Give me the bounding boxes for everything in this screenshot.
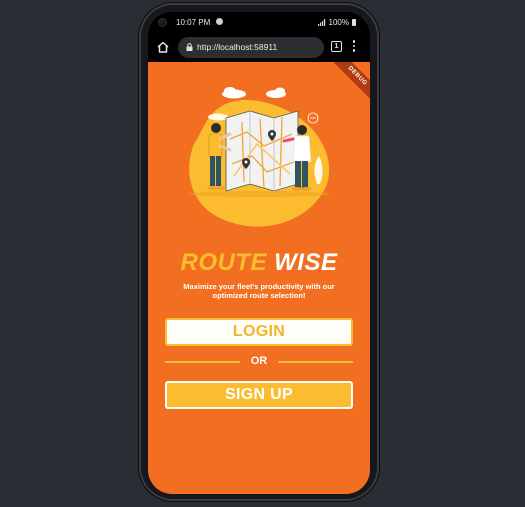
camera-icon	[158, 18, 167, 27]
volume-button	[380, 190, 384, 260]
home-icon[interactable]	[156, 40, 170, 54]
notification-icon	[216, 18, 223, 25]
address-url: http://localhost:58911	[197, 42, 278, 52]
lock-icon	[186, 43, 193, 51]
phone-screen: 10:07 PM 100% http://localhost:58911 1 D…	[148, 12, 370, 494]
browser-toolbar: http://localhost:58911 1	[148, 34, 370, 62]
signal-icon	[317, 19, 325, 26]
signup-button[interactable]: SIGN UP	[165, 381, 353, 409]
app-tagline: Maximize your fleet's productivity with …	[183, 282, 335, 300]
status-right: 100%	[317, 18, 356, 27]
app-title: ROUTE WISE	[148, 249, 370, 277]
battery-icon	[352, 19, 356, 26]
status-time: 10:07 PM	[176, 18, 211, 27]
app-title-route: ROUTE	[180, 249, 267, 276]
or-label: OR	[250, 355, 268, 367]
or-divider: OR	[165, 354, 353, 370]
app-title-wise: WISE	[274, 249, 338, 276]
power-button	[380, 118, 384, 164]
app-screen: DEBUG ROUTE WISE Maximize your fleet's p…	[148, 62, 370, 494]
more-options-icon[interactable]	[352, 40, 356, 54]
tab-switcher-button[interactable]: 1	[331, 41, 342, 52]
map-illustration	[189, 87, 330, 227]
battery-percent: 100%	[328, 18, 349, 27]
address-bar[interactable]: http://localhost:58911	[178, 37, 324, 58]
login-button[interactable]: LOGIN	[165, 318, 353, 346]
status-bar: 10:07 PM 100%	[148, 12, 370, 34]
